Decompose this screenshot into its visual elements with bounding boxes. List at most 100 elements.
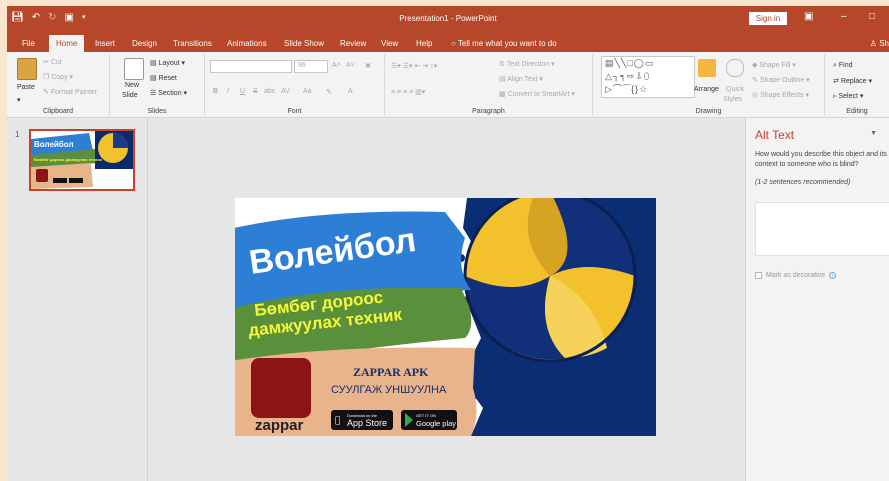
arrange-button[interactable]: Arrange	[694, 86, 719, 93]
lightbulb-icon: ○	[451, 39, 456, 48]
underline-button[interactable]: U	[240, 88, 245, 95]
cursor-icon: ▹	[833, 93, 837, 100]
tell-me-search[interactable]: ○ Tell me what you want to do	[451, 35, 557, 52]
tab-slide-show[interactable]: Slide Show	[277, 35, 331, 52]
section-icon: ☰	[150, 90, 157, 97]
google-play-big-text: Google play	[416, 419, 456, 428]
find-button[interactable]: ⌕ Find	[833, 62, 853, 70]
section-button[interactable]: ☰ Section ▾	[150, 89, 187, 97]
paste-dropdown-icon[interactable]: ▾	[17, 96, 21, 104]
tab-design[interactable]: Design	[125, 35, 164, 52]
slide-thumbnail[interactable]: Волейбол Бөмбөг дороос дамжуулах техник	[29, 129, 135, 191]
shape-effects-label: Shape Effects	[760, 92, 804, 99]
cut-button[interactable]: ✂ Cut	[43, 58, 62, 66]
align-text-button[interactable]: ▤ Align Text ▾	[499, 75, 543, 83]
bullets-icon[interactable]: ☰▾ ☰▾ ⇤ ⇥ ↕▾	[391, 62, 437, 70]
paragraph-group: ☰▾ ☰▾ ⇤ ⇥ ↕▾ ≡ ≡ ≡ ≡ ▥▾ ⇅ Text Direction…	[385, 54, 593, 116]
strikethrough-button[interactable]: S	[253, 88, 258, 95]
sign-in-button[interactable]: Sign in	[749, 12, 787, 25]
zappar-logo	[251, 358, 311, 418]
shape-effects-button[interactable]: ◎ Shape Effects ▾	[752, 91, 809, 99]
new-slide-icon[interactable]	[124, 58, 144, 80]
slide[interactable]: Волейбол Бөмбөг дороос дамжуулах техник …	[235, 198, 656, 436]
font-group: 96 A˄ A˅ ✖ B I U S abc AV Aa ✎ A Font	[205, 54, 385, 116]
info-icon[interactable]: i	[829, 272, 837, 279]
apple-icon: 	[335, 416, 340, 426]
editing-label: Editing	[846, 108, 868, 115]
tab-home[interactable]: Home	[49, 35, 85, 52]
tab-transitions[interactable]: Transitions	[166, 35, 219, 52]
paste-icon[interactable]	[17, 58, 37, 80]
reset-button[interactable]: ▤ Reset	[150, 74, 177, 82]
zappar-app-text: ZAPPAR APK	[353, 365, 429, 379]
title-bar: 💾︎ ↶ ↻ ▣ ▾ Presentation1 - PowerPoint Si…	[7, 6, 889, 32]
tab-review[interactable]: Review	[333, 35, 373, 52]
highlight-icon[interactable]: ✎	[326, 88, 332, 96]
decorative-checkbox[interactable]	[755, 272, 762, 279]
change-case-button[interactable]: Aa	[303, 88, 312, 95]
italic-button[interactable]: I	[227, 88, 229, 95]
align-text-label: Align Text	[507, 76, 538, 83]
grow-font-button[interactable]: A˄	[332, 62, 341, 69]
format-painter-button[interactable]: ✎ Format Painter	[43, 88, 97, 96]
alt-text-input[interactable]	[755, 202, 889, 256]
clear-formatting-icon[interactable]: ✖	[365, 62, 371, 70]
google-play-small-text: GET IT ON	[416, 413, 436, 418]
smartart-icon: ▦	[499, 91, 506, 98]
new-slide-label-1[interactable]: New	[125, 82, 139, 89]
quick-styles-icon[interactable]	[726, 59, 744, 77]
ribbon-tabs: File Home Insert Design Transitions Anim…	[7, 32, 889, 52]
replace-button[interactable]: ⇄ Replace ▾	[833, 77, 872, 85]
select-label: Select	[838, 93, 858, 100]
arrange-icon[interactable]	[698, 59, 716, 77]
align-text-icon: ▤	[499, 76, 506, 83]
character-spacing-button[interactable]: AV	[281, 88, 290, 95]
volleyball-icon	[463, 198, 637, 363]
font-color-button[interactable]: A	[348, 88, 353, 95]
align-icons[interactable]: ≡ ≡ ≡ ≡ ▥▾	[391, 88, 425, 96]
alt-text-hint: (1-2 sentences recommended)	[755, 179, 851, 186]
mark-decorative-option[interactable]: Mark as decorative i	[755, 272, 837, 279]
slides-group: New Slide ▤ Layout ▾ ▤ Reset ☰ Section ▾…	[110, 54, 205, 116]
zappar-install-text: СУУЛГАЖ УНШУУЛНА	[331, 384, 447, 396]
shrink-font-button[interactable]: A˅	[346, 62, 355, 69]
new-slide-label-2[interactable]: Slide	[122, 92, 138, 99]
tab-view[interactable]: View	[374, 35, 405, 52]
font-size-combo[interactable]: 96	[294, 60, 328, 73]
bold-button[interactable]: B	[213, 88, 218, 95]
section-label: Section	[158, 90, 182, 97]
text-direction-button[interactable]: ⇅ Text Direction ▾	[499, 60, 555, 68]
powerpoint-window: 💾︎ ↶ ↻ ▣ ▾ Presentation1 - PowerPoint Si…	[7, 6, 889, 481]
paint-bucket-icon: ◆	[752, 62, 758, 69]
shape-outline-button[interactable]: ✎ Shape Outline ▾	[752, 76, 810, 84]
person-icon: ♙	[869, 39, 877, 48]
layout-button[interactable]: ▤ Layout ▾	[150, 59, 185, 67]
shape-fill-button[interactable]: ◆ Shape Fill ▾	[752, 61, 796, 69]
font-label: Font	[287, 108, 302, 115]
text-shadow-button[interactable]: abc	[264, 88, 275, 95]
select-button[interactable]: ▹ Select ▾	[833, 92, 863, 100]
share-button[interactable]: ♙ Sh	[870, 35, 889, 52]
minimize-icon[interactable]: –	[841, 11, 847, 22]
ribbon-display-options-icon[interactable]: ▣	[804, 11, 813, 22]
tab-file[interactable]: File	[15, 35, 42, 52]
tab-animations[interactable]: Animations	[220, 35, 274, 52]
scissors-icon: ✂	[43, 59, 49, 66]
google-play-badge[interactable]: GET IT ON Google play	[401, 410, 457, 430]
copy-button[interactable]: ❐ Copy ▾	[43, 73, 73, 81]
app-store-badge[interactable]:  Download on the App Store	[331, 410, 393, 430]
maximize-icon[interactable]: □	[869, 11, 875, 22]
find-label: Find	[838, 62, 853, 69]
editing-group: ⌕ Find ⇄ Replace ▾ ▹ Select ▾ Editing	[825, 54, 889, 116]
shapes-gallery[interactable]: ▤╲╲□◯▭ △┐┑⇨⇩⬯ ▷⌒⁀{}☆	[601, 56, 695, 98]
tab-insert[interactable]: Insert	[88, 35, 122, 52]
smartart-button[interactable]: ▦ Convert to SmartArt ▾	[499, 90, 575, 98]
copy-label: Copy	[51, 74, 68, 81]
font-name-combo[interactable]	[210, 60, 292, 73]
shapes-row-2: △┐┑⇨⇩⬯	[605, 71, 651, 81]
quick-styles-label-1[interactable]: Quick	[726, 86, 744, 93]
quick-styles-label-2[interactable]: Styles	[723, 96, 742, 103]
pane-options-icon[interactable]: ▼	[870, 130, 877, 137]
tab-help[interactable]: Help	[409, 35, 439, 52]
paste-button[interactable]: Paste	[17, 84, 35, 91]
